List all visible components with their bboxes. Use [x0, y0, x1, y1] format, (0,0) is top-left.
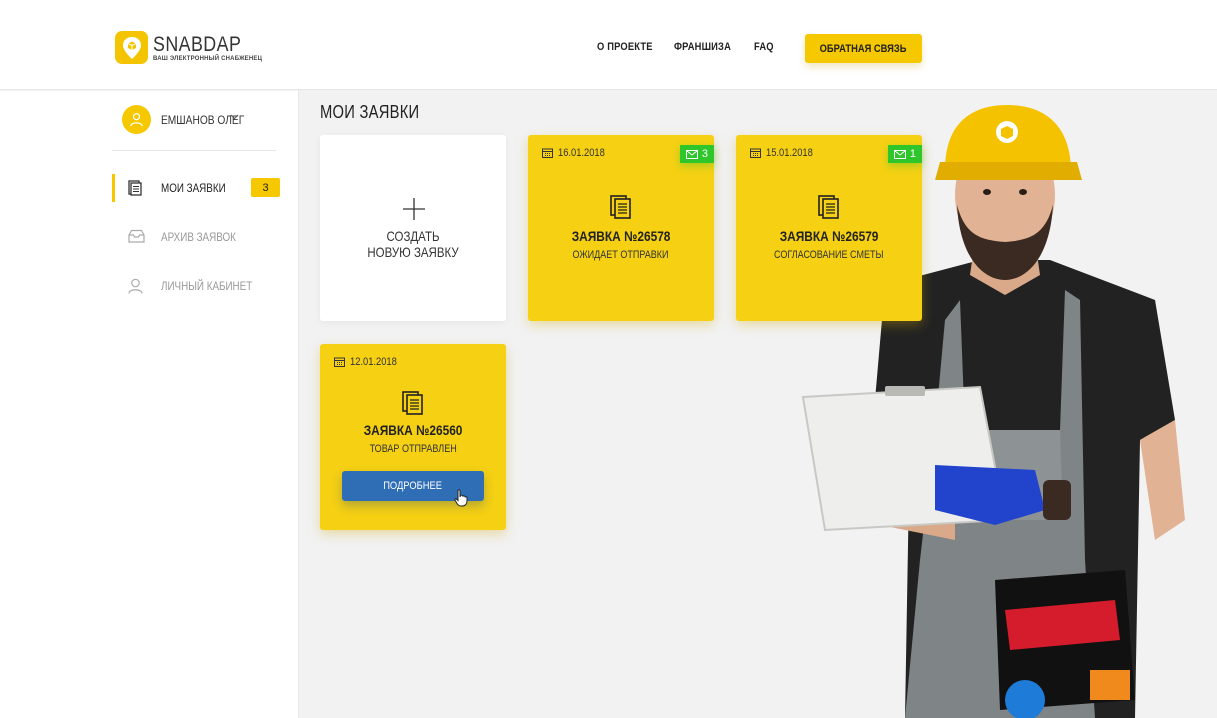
sidebar-item-label: ЛИЧНЫЙ КАБИНЕТ: [161, 279, 253, 293]
active-indicator: [112, 174, 115, 202]
sidebar-item-label: МОИ ЗАЯВКИ: [161, 181, 226, 195]
nav-about[interactable]: О ПРОЕКТЕ: [597, 41, 653, 53]
sidebar-item-my-requests[interactable]: МОИ ЗАЯВКИ 3: [112, 174, 282, 202]
chevron-down-icon[interactable]: [230, 114, 239, 120]
new-card-line2: НОВУЮ ЗАЯВКУ: [367, 244, 459, 260]
divider: [112, 150, 276, 151]
document-icon: [610, 195, 631, 219]
messages-count: 3: [701, 148, 708, 160]
messages-badge[interactable]: 3: [679, 145, 714, 163]
document-icon: [818, 195, 839, 219]
messages-badge[interactable]: 1: [887, 145, 922, 163]
hand-cursor-icon: [454, 489, 468, 507]
calendar-icon: [542, 148, 553, 158]
page-title: МОИ ЗАЯВКИ: [320, 102, 420, 122]
request-card[interactable]: 15.01.2018 1 ЗАЯВКА №26579 СОГЛАСОВАНИЕ …: [736, 135, 922, 321]
request-card[interactable]: 16.01.2018 3 ЗАЯВКА №26578 ОЖИДАЕТ ОТПРА…: [528, 135, 714, 321]
sidebar: ЕМШАНОВ ОЛЕГ МОИ ЗАЯВКИ 3 АРХИВ ЗАЯВОК Л…: [0, 91, 299, 718]
request-number: ЗАЯВКА №26578: [571, 228, 671, 244]
request-card[interactable]: 12.01.2018 ЗАЯВКА №26560 ТОВАР ОТПРАВЛЕН…: [320, 344, 506, 530]
request-number: ЗАЯВКА №26579: [779, 228, 879, 244]
archive-box-icon: [128, 229, 145, 243]
avatar: [122, 105, 151, 134]
new-request-card[interactable]: СОЗДАТЬ НОВУЮ ЗАЯВКУ: [320, 135, 506, 321]
user-icon: [128, 278, 143, 294]
sidebar-item-archive[interactable]: АРХИВ ЗАЯВОК: [112, 223, 282, 251]
new-card-line1: СОЗДАТЬ: [386, 228, 440, 244]
card-date: 16.01.2018: [542, 147, 613, 159]
requests-count-badge: 3: [251, 178, 280, 197]
plus-icon: [403, 198, 425, 220]
feedback-button[interactable]: ОБРАТНАЯ СВЯЗЬ: [805, 34, 922, 63]
sidebar-item-label: АРХИВ ЗАЯВОК: [161, 230, 236, 244]
card-date: 12.01.2018: [334, 356, 405, 368]
document-icon: [128, 180, 142, 196]
logo-name: SNABDAP: [153, 32, 242, 56]
envelope-icon: [685, 149, 698, 159]
nav-faq[interactable]: FAQ: [754, 41, 774, 53]
nav-franchise[interactable]: ФРАНШИЗА: [674, 41, 731, 53]
request-status: ОЖИДАЕТ ОТПРАВКИ: [573, 249, 669, 261]
header: SNABDAP ВАШ ЭЛЕКТРОННЫЙ СНАБЖЕНЕЦ О ПРОЕ…: [0, 0, 1217, 90]
user-avatar-icon: [130, 113, 143, 127]
request-status: ТОВАР ОТПРАВЛЕН: [369, 443, 457, 455]
feedback-button-label: ОБРАТНАЯ СВЯЗЬ: [820, 42, 907, 55]
logo[interactable]: SNABDAP ВАШ ЭЛЕКТРОННЫЙ СНАБЖЕНЕЦ: [115, 31, 262, 64]
calendar-icon: [334, 357, 345, 367]
logo-mark-icon: [115, 31, 148, 64]
request-status: СОГЛАСОВАНИЕ СМЕТЫ: [774, 249, 884, 261]
user-menu[interactable]: ЕМШАНОВ ОЛЕГ: [122, 105, 259, 134]
calendar-icon: [750, 148, 761, 158]
document-icon: [402, 391, 423, 415]
logo-tagline: ВАШ ЭЛЕКТРОННЫЙ СНАБЖЕНЕЦ: [153, 55, 263, 62]
details-button-label: ПОДРОБНЕЕ: [383, 480, 443, 492]
request-number: ЗАЯВКА №26560: [363, 422, 463, 438]
card-date: 15.01.2018: [750, 147, 821, 159]
messages-count: 1: [909, 148, 916, 160]
envelope-icon: [893, 149, 906, 159]
sidebar-item-account[interactable]: ЛИЧНЫЙ КАБИНЕТ: [112, 272, 282, 300]
